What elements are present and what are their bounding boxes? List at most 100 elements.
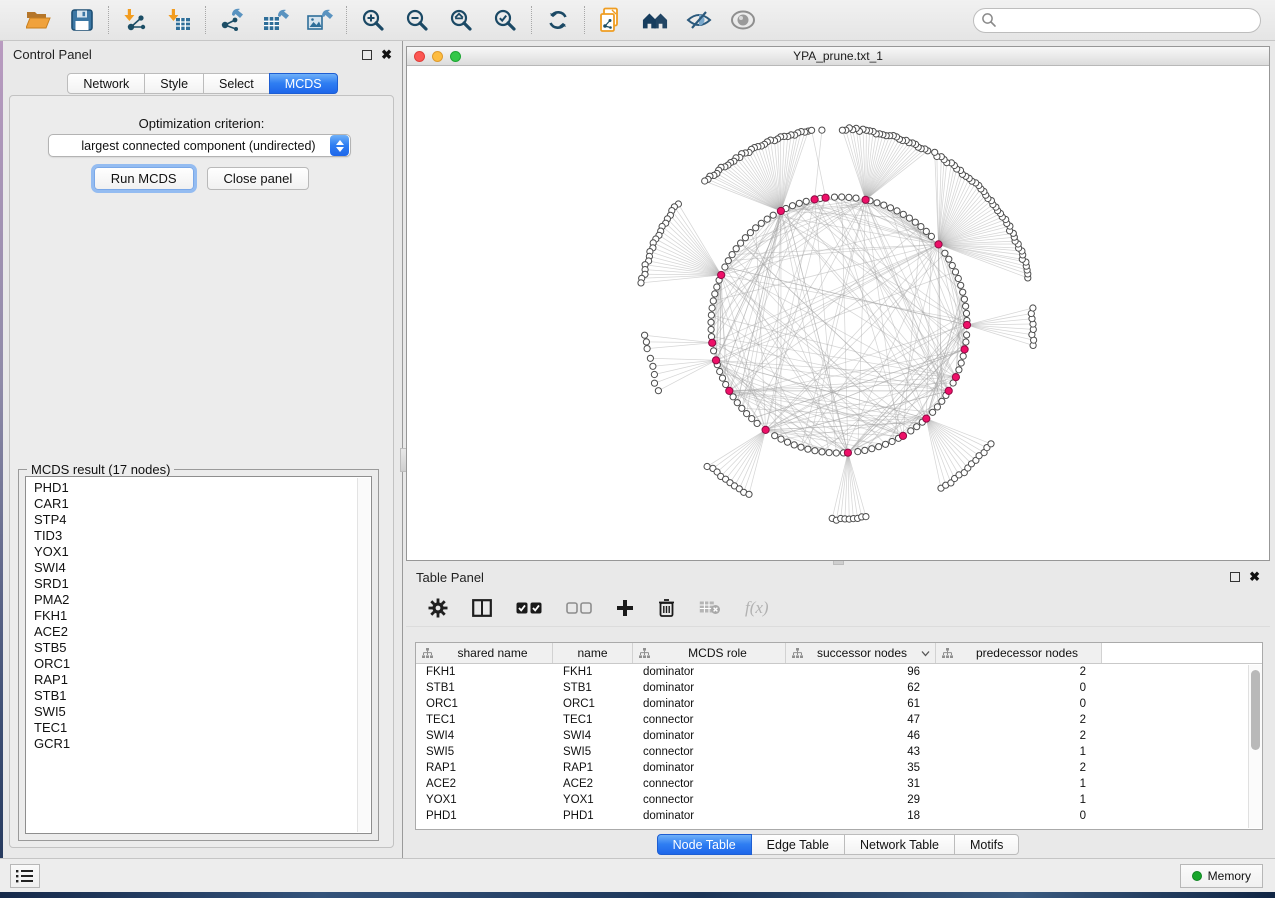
export-table-button[interactable]	[263, 7, 289, 33]
zoom-selected-button[interactable]	[492, 7, 518, 33]
table-cell: FKH1	[553, 666, 633, 678]
unchecked-boxes-icon	[566, 602, 592, 614]
hide-panels-button[interactable]	[686, 7, 712, 33]
create-column-button[interactable]	[616, 595, 634, 621]
column-header-predecessor-nodes[interactable]: predecessor nodes	[936, 643, 1102, 663]
show-highlight-button[interactable]	[730, 7, 756, 33]
mcds-result-item[interactable]: ACE2	[34, 624, 363, 640]
tab-edge-table[interactable]: Edge Table	[751, 834, 845, 855]
column-header-successor-nodes[interactable]: successor nodes	[786, 643, 936, 663]
table-row[interactable]: TEC1TEC1connector472	[416, 712, 1262, 728]
tab-select[interactable]: Select	[203, 73, 270, 94]
import-table-button[interactable]	[166, 7, 192, 33]
table-row[interactable]: FKH1FKH1dominator962	[416, 664, 1262, 680]
tab-style[interactable]: Style	[144, 73, 204, 94]
mcds-result-item[interactable]: RAP1	[34, 672, 363, 688]
mcds-result-item[interactable]: STP4	[34, 512, 363, 528]
show-panels-list-button[interactable]	[10, 864, 40, 888]
memory-button[interactable]: Memory	[1180, 864, 1263, 888]
share-document-button[interactable]	[598, 7, 624, 33]
network-canvas-svg	[407, 66, 1269, 560]
select-all-columns-button[interactable]	[516, 595, 542, 621]
result-list-scrollbar[interactable]	[357, 478, 370, 832]
table-cell: connector	[633, 778, 786, 790]
table-scrollbar[interactable]	[1248, 665, 1262, 828]
delete-column-button[interactable]	[658, 595, 675, 621]
mcds-result-item[interactable]: STB5	[34, 640, 363, 656]
mcds-result-item[interactable]: TEC1	[34, 720, 363, 736]
table-row[interactable]: STB1STB1dominator620	[416, 680, 1262, 696]
table-row[interactable]: YOX1YOX1connector291	[416, 792, 1262, 808]
export-network-button[interactable]	[219, 7, 245, 33]
search-input[interactable]	[973, 8, 1261, 33]
table-row[interactable]: PHD1PHD1dominator180	[416, 808, 1262, 824]
chevron-down-icon	[336, 147, 344, 152]
mcds-result-item[interactable]: GCR1	[34, 736, 363, 752]
import-network-button[interactable]	[122, 7, 148, 33]
zoom-out-button[interactable]	[404, 7, 430, 33]
mcds-result-item[interactable]: PHD1	[34, 480, 363, 496]
mcds-result-item[interactable]: STB1	[34, 688, 363, 704]
column-header-shared-name[interactable]: shared name	[416, 643, 553, 663]
network-canvas[interactable]	[407, 66, 1269, 560]
table-cell: SWI4	[553, 730, 633, 742]
optimization-criterion-label: Optimization criterion:	[10, 116, 393, 131]
tab-network[interactable]: Network	[67, 73, 145, 94]
open-file-button[interactable]	[25, 7, 51, 33]
save-session-button[interactable]	[69, 7, 95, 33]
split-columns-icon	[472, 599, 492, 617]
refresh-button[interactable]	[545, 7, 571, 33]
network-window: YPA_prune.txt_1	[406, 46, 1270, 561]
table-row[interactable]: ACE2ACE2connector311	[416, 776, 1262, 792]
delete-table-button[interactable]	[699, 595, 721, 621]
table-cell: SWI4	[416, 730, 553, 742]
table-row[interactable]: ORC1ORC1dominator610	[416, 696, 1262, 712]
zoom-fit-button[interactable]	[448, 7, 474, 33]
close-panel-icon[interactable]: ✖	[381, 50, 392, 60]
export-image-button[interactable]	[307, 7, 333, 33]
delete-table-icon	[699, 600, 721, 615]
unselect-all-columns-button[interactable]	[566, 595, 592, 621]
table-cell: 1	[936, 746, 1102, 758]
table-scrollbar-thumb[interactable]	[1251, 670, 1260, 750]
mcds-result-item[interactable]: CAR1	[34, 496, 363, 512]
mcds-result-item[interactable]: YOX1	[34, 544, 363, 560]
table-row[interactable]: SWI5SWI5connector431	[416, 744, 1262, 760]
zoom-in-button[interactable]	[360, 7, 386, 33]
table-row[interactable]: RAP1RAP1dominator352	[416, 760, 1262, 776]
import-table-icon	[167, 8, 191, 32]
criterion-dropdown[interactable]: largest connected component (undirected)	[48, 134, 351, 157]
close-panel-icon[interactable]: ✖	[1249, 572, 1260, 582]
run-mcds-button[interactable]: Run MCDS	[94, 167, 194, 190]
node-table-body: FKH1FKH1dominator962STB1STB1dominator620…	[416, 664, 1262, 824]
mcds-result-item[interactable]: SRD1	[34, 576, 363, 592]
float-panel-icon[interactable]	[1230, 572, 1240, 582]
function-builder-button[interactable]: f(x)	[745, 595, 769, 621]
column-header-name[interactable]: name	[553, 643, 633, 663]
tab-node-table[interactable]: Node Table	[657, 834, 752, 855]
eye-icon	[730, 9, 756, 31]
control-panel-title: Control Panel	[13, 47, 362, 62]
float-panel-icon[interactable]	[362, 50, 372, 60]
table-cell: 62	[786, 682, 936, 694]
show-columns-button[interactable]	[472, 595, 492, 621]
column-header-MCDS-role[interactable]: MCDS role	[633, 643, 786, 663]
tab-mcds[interactable]: MCDS	[269, 73, 338, 94]
table-cell: PHD1	[553, 810, 633, 822]
mcds-result-item[interactable]: ORC1	[34, 656, 363, 672]
mcds-result-item[interactable]: SWI4	[34, 560, 363, 576]
tab-network-table[interactable]: Network Table	[844, 834, 955, 855]
network-titlebar[interactable]: YPA_prune.txt_1	[407, 47, 1269, 66]
mcds-result-item[interactable]: TID3	[34, 528, 363, 544]
table-row[interactable]: SWI4SWI4dominator462	[416, 728, 1262, 744]
welcome-home-button[interactable]	[642, 7, 668, 33]
table-cell: dominator	[633, 666, 786, 678]
mcds-result-item[interactable]: FKH1	[34, 608, 363, 624]
mcds-result-item[interactable]: PMA2	[34, 592, 363, 608]
zoom-out-icon	[405, 8, 429, 32]
tab-motifs[interactable]: Motifs	[954, 834, 1019, 855]
table-settings-button[interactable]	[428, 595, 448, 621]
mcds-result-item[interactable]: SWI5	[34, 704, 363, 720]
table-cell: 43	[786, 746, 936, 758]
close-panel-button[interactable]: Close panel	[207, 167, 310, 190]
